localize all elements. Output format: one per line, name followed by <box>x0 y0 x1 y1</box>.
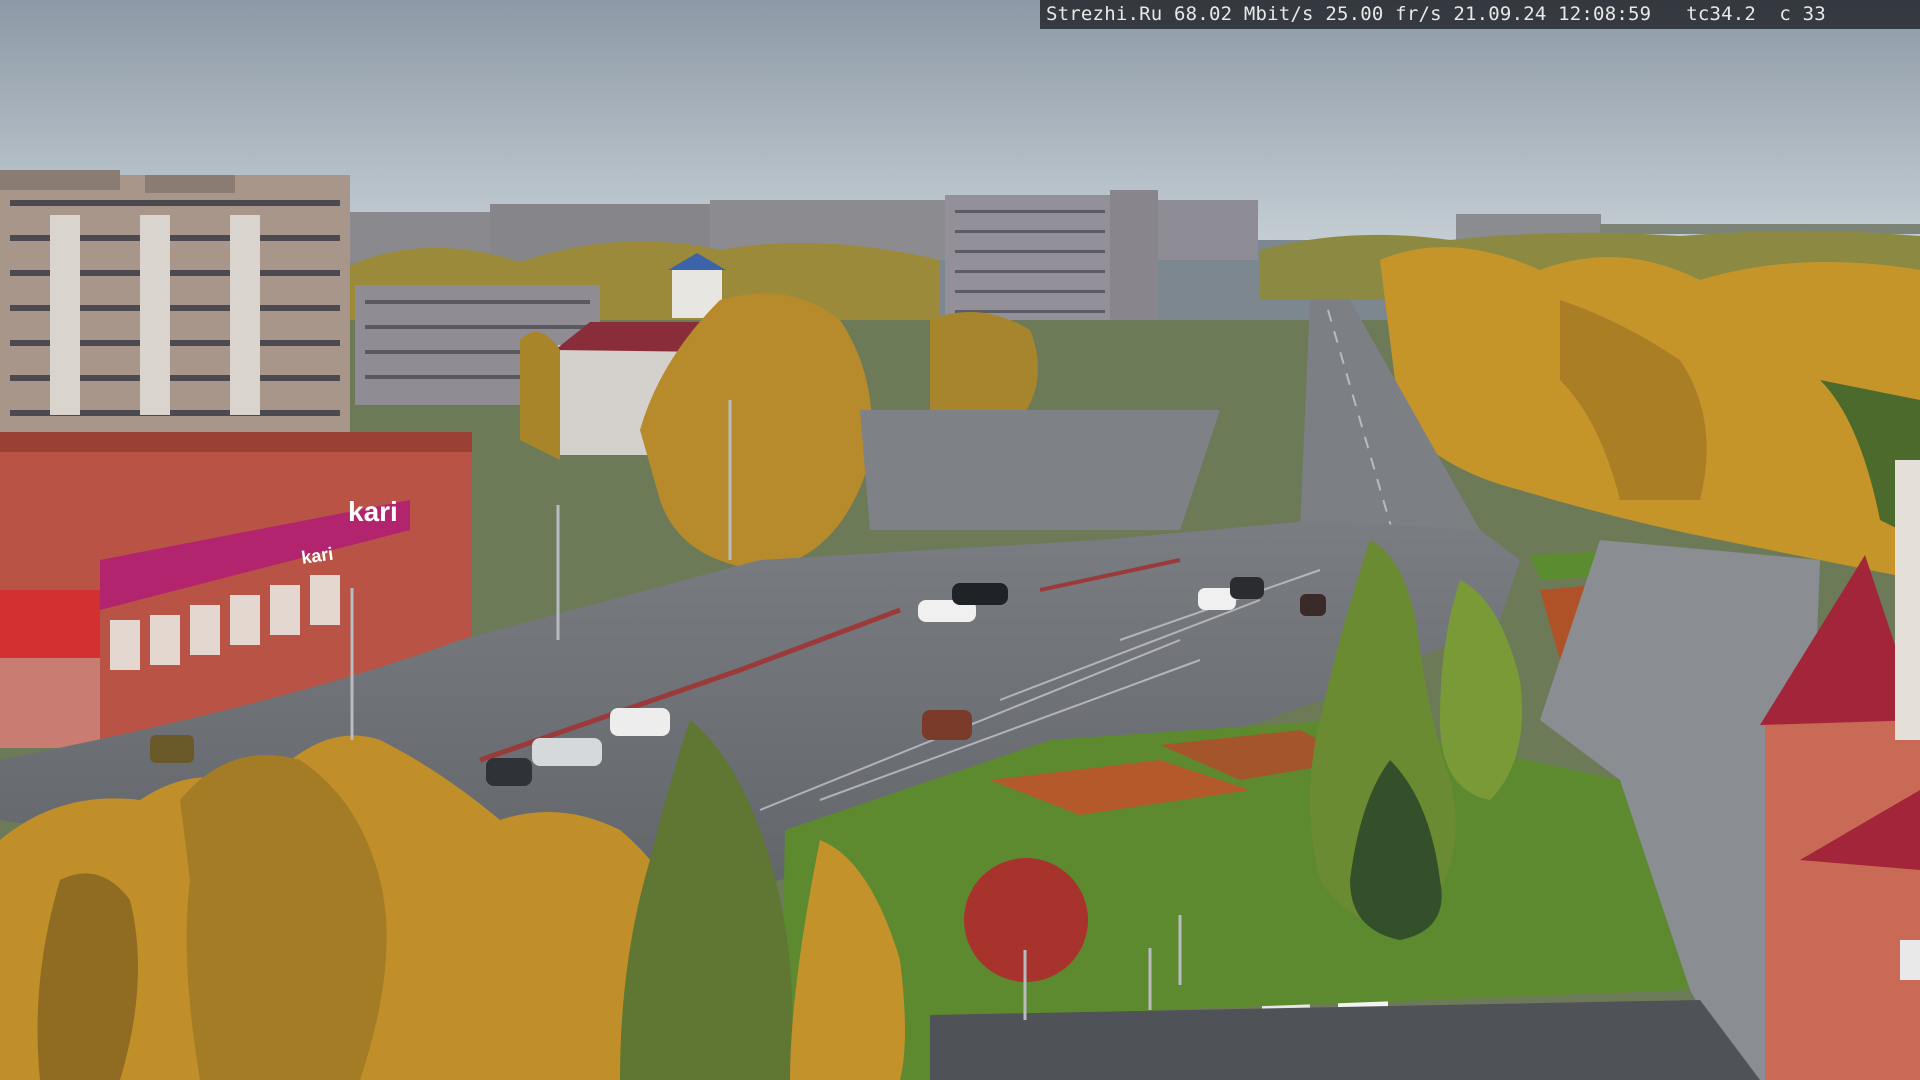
osd-c: c 33 <box>1779 3 1826 25</box>
webcam-osd-overlay: Strezhi.Ru 68.02 Mbit/s 25.00 fr/s 21.09… <box>1040 0 1920 29</box>
osd-framerate: 25.00 fr/s <box>1325 3 1442 25</box>
osd-site: Strezhi.Ru <box>1046 3 1163 25</box>
osd-tc: tc34.2 <box>1686 3 1757 25</box>
osd-date: 21.09.24 <box>1453 3 1547 25</box>
store-sign-kari-small: kari <box>300 543 335 568</box>
store-sign-kari: kari <box>348 496 398 527</box>
osd-time: 12:08:59 <box>1558 3 1652 25</box>
webcam-scene <box>0 0 1920 1080</box>
osd-bitrate: 68.02 Mbit/s <box>1174 3 1314 25</box>
